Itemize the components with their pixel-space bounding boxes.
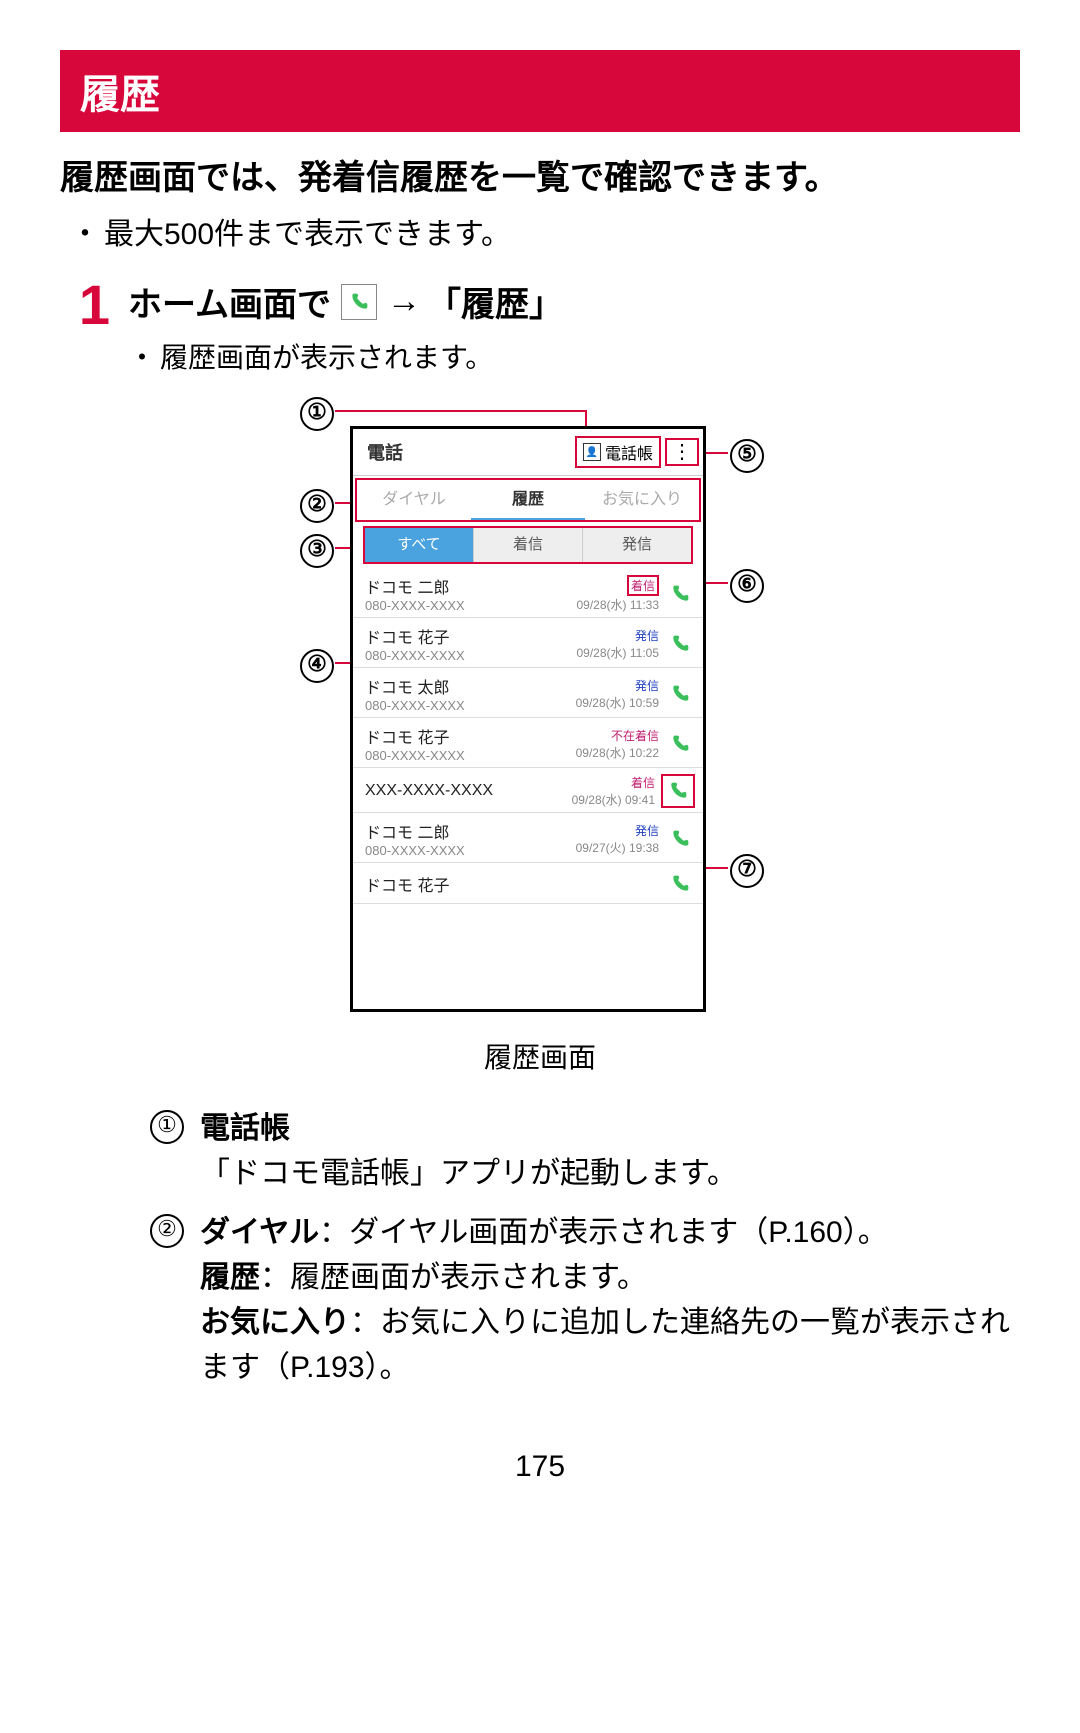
- contact-name: ドコモ 花子: [365, 872, 659, 896]
- list-item[interactable]: ドコモ 花子: [353, 863, 703, 904]
- callout-4: ④: [300, 646, 334, 683]
- contact-number: 080-XXXX-XXXX: [365, 598, 577, 613]
- list-item[interactable]: XXX-XXXX-XXXX着信09/28(水) 09:41: [353, 768, 703, 813]
- note-text: 最大500件まで表示できます。: [70, 209, 1020, 253]
- call-time: 09/27(火) 19:38: [576, 839, 659, 856]
- list-item[interactable]: ドコモ 花子080-XXXX-XXXX不在着信09/28(水) 10:22: [353, 718, 703, 768]
- step-head-post: 「履歴」: [427, 277, 563, 326]
- call-time: 09/28(水) 10:59: [576, 694, 659, 711]
- callout-5: ⑤: [730, 436, 764, 473]
- callout-descriptions: ① 電話帳 「ドコモ電話帳」アプリが起動します。 ② ダイヤル：ダイヤル画面が表…: [150, 1106, 1020, 1390]
- tab-history[interactable]: 履歴: [471, 480, 585, 520]
- callout-2: ②: [300, 486, 334, 523]
- contact-number: 080-XXXX-XXXX: [365, 843, 576, 858]
- callout-6: ⑥: [730, 566, 764, 603]
- page-number: 175: [60, 1450, 1020, 1484]
- contact-name: ドコモ 花子: [365, 724, 576, 748]
- call-button[interactable]: [665, 579, 695, 609]
- lead-text: 履歴画面では、発着信履歴を一覧で確認できます。: [60, 150, 1020, 199]
- call-time: 09/28(水) 11:33: [577, 596, 660, 613]
- callout-7: ⑦: [730, 851, 764, 888]
- history-filters: すべて 着信 発信: [363, 526, 693, 564]
- list-item[interactable]: ドコモ 二郎080-XXXX-XXXX発信09/27(火) 19:38: [353, 813, 703, 863]
- contact-number: 080-XXXX-XXXX: [365, 648, 577, 663]
- desc-1-title: 電話帳: [200, 1112, 290, 1145]
- diagram-caption: 履歴画面: [60, 1036, 1020, 1076]
- phone-app-icon: [341, 284, 377, 320]
- call-time: 09/28(水) 11:05: [577, 644, 660, 661]
- call-button[interactable]: [665, 729, 695, 759]
- list-item[interactable]: ドコモ 二郎080-XXXX-XXXX 着信09/28(水) 11:33: [353, 568, 703, 618]
- step-heading: ホーム画面で → 「履歴」: [128, 277, 1020, 326]
- history-list: ドコモ 二郎080-XXXX-XXXX着信09/28(水) 11:33ドコモ 花…: [353, 568, 703, 904]
- call-type-badge: 発信: [576, 822, 659, 839]
- desc-2-l1-bold: ダイヤル: [200, 1216, 319, 1249]
- contact-name: ドコモ 太郎: [365, 674, 576, 698]
- section-title: 履歴: [60, 50, 1020, 132]
- contact-name: ドコモ 花子: [365, 624, 577, 648]
- desc-2: ② ダイヤル：ダイヤル画面が表示されます（P.160）。 履歴：履歴画面が表示さ…: [150, 1210, 1020, 1390]
- call-type-badge: 発信: [577, 627, 660, 644]
- tab-favorites[interactable]: お気に入り: [585, 480, 699, 520]
- desc-2-l1-rest: ：ダイヤル画面が表示されます（P.160）。: [319, 1216, 888, 1249]
- desc-2-l2-bold: 履歴: [200, 1261, 260, 1294]
- callout-1: ①: [300, 394, 334, 431]
- step-sub: 履歴画面が表示されます。: [128, 336, 1020, 376]
- step-number: 1: [60, 277, 110, 333]
- contact-number: 080-XXXX-XXXX: [365, 748, 576, 763]
- filter-incoming[interactable]: 着信: [474, 528, 583, 562]
- contact-name: ドコモ 二郎: [365, 574, 577, 598]
- filter-outgoing[interactable]: 発信: [583, 528, 691, 562]
- desc-2-l2-rest: ：履歴画面が表示されます。: [260, 1261, 647, 1294]
- contacts-label: 電話帳: [605, 440, 653, 464]
- phone-header: 電話 👤 電話帳 ⋮: [353, 429, 703, 476]
- call-button[interactable]: [661, 774, 695, 808]
- call-type-badge: 発信: [576, 677, 659, 694]
- contact-name: XXX-XXXX-XXXX: [365, 782, 572, 800]
- call-button[interactable]: [665, 824, 695, 854]
- desc-2-num: ②: [150, 1214, 184, 1248]
- call-time: 09/28(水) 10:22: [576, 744, 659, 761]
- contact-number: 080-XXXX-XXXX: [365, 698, 576, 713]
- diagram: ① ② ③ ④ ⑤ ⑥ ⑦ 電話 👤 電話帳 ⋮ ダイヤル: [150, 406, 930, 1026]
- call-type-badge: 着信: [572, 774, 655, 791]
- call-time: 09/28(水) 09:41: [572, 791, 655, 808]
- contacts-button[interactable]: 👤 電話帳: [575, 436, 661, 468]
- call-button[interactable]: [665, 629, 695, 659]
- phone-header-title: 電話: [353, 439, 575, 465]
- contact-name: ドコモ 二郎: [365, 819, 576, 843]
- call-button[interactable]: [665, 869, 695, 899]
- list-item[interactable]: ドコモ 花子080-XXXX-XXXX発信09/28(水) 11:05: [353, 618, 703, 668]
- step-1: 1 ホーム画面で → 「履歴」 履歴画面が表示されます。: [60, 277, 1020, 376]
- filter-all[interactable]: すべて: [365, 528, 474, 562]
- desc-1-body: 「ドコモ電話帳」アプリが起動します。: [200, 1157, 737, 1190]
- phone-screenshot: 電話 👤 電話帳 ⋮ ダイヤル 履歴 お気に入り すべて 着信 発信 ドコモ 二…: [350, 426, 706, 1012]
- desc-2-l3-bold: お気に入り: [200, 1306, 350, 1339]
- overflow-menu-button[interactable]: ⋮: [665, 438, 699, 466]
- step-head-pre: ホーム画面で: [128, 277, 331, 326]
- callout-3: ③: [300, 531, 334, 568]
- step-head-arrow: →: [387, 282, 421, 321]
- call-type-badge: 不在着信: [576, 727, 659, 744]
- person-icon: 👤: [583, 443, 601, 461]
- desc-1-num: ①: [150, 1110, 184, 1144]
- list-item[interactable]: ドコモ 太郎080-XXXX-XXXX発信09/28(水) 10:59: [353, 668, 703, 718]
- call-type-badge: 着信: [627, 575, 659, 596]
- call-button[interactable]: [665, 679, 695, 709]
- desc-1: ① 電話帳 「ドコモ電話帳」アプリが起動します。: [150, 1106, 1020, 1196]
- main-tabs: ダイヤル 履歴 お気に入り: [355, 478, 701, 522]
- tab-dial[interactable]: ダイヤル: [357, 480, 471, 520]
